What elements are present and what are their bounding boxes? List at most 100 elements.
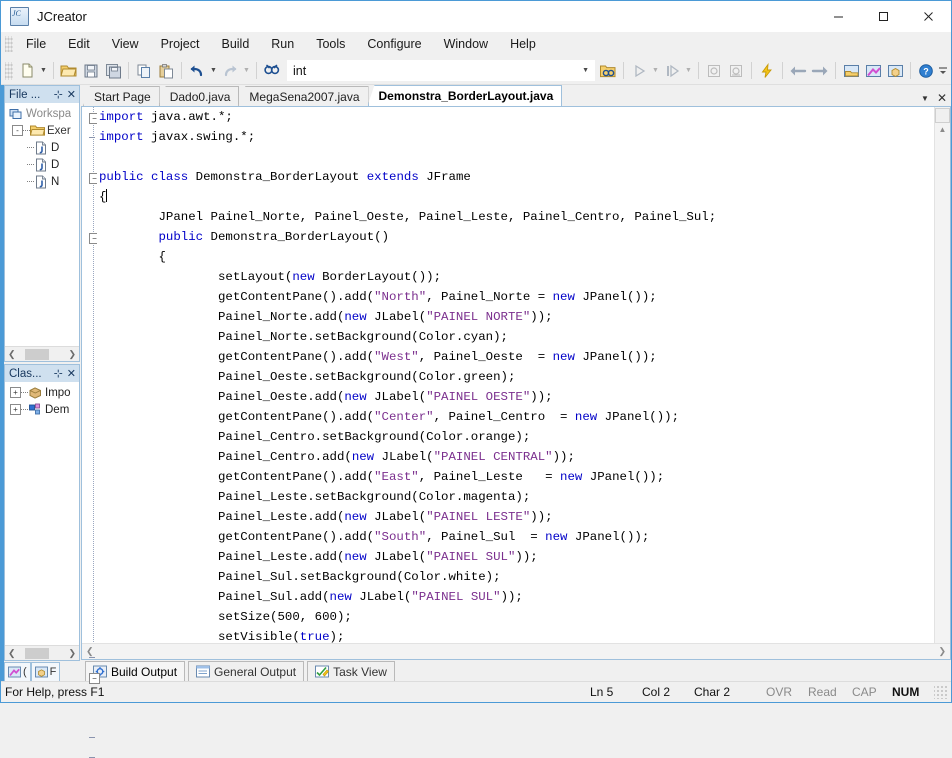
fold-box-main[interactable]: − bbox=[89, 673, 100, 684]
toolbar-overflow-icon[interactable] bbox=[937, 60, 949, 82]
workspace-body: File ... ⊹ ✕ Workspa - Exer D D N ❮ ❯ Cl… bbox=[1, 85, 951, 758]
editor-hscrollbar[interactable]: ❮ ❯ bbox=[82, 643, 950, 659]
redo-icon[interactable] bbox=[219, 60, 241, 82]
editor-tab-dado0[interactable]: Dado0.java bbox=[158, 86, 240, 106]
dock-tab-class-view[interactable]: ( bbox=[4, 662, 31, 681]
output-tab-strip: Build Output General Output Task View bbox=[81, 660, 951, 681]
fold-margin[interactable]: − − − − bbox=[82, 107, 100, 758]
editor-vscrollbar[interactable]: ▲ bbox=[934, 107, 950, 643]
undo-icon[interactable] bbox=[186, 60, 208, 82]
new-file-icon[interactable] bbox=[16, 60, 38, 82]
toolbar-grip-icon[interactable] bbox=[5, 61, 13, 80]
menu-run[interactable]: Run bbox=[260, 34, 305, 54]
view-file-panel-icon[interactable] bbox=[840, 60, 862, 82]
menu-help[interactable]: Help bbox=[499, 34, 547, 54]
scroll-right-icon[interactable]: ❯ bbox=[65, 648, 79, 659]
source-code[interactable]: import java.awt.*; import javax.swing.*;… bbox=[99, 107, 934, 643]
undo-dropdown-icon[interactable]: ▼ bbox=[208, 60, 219, 82]
paste-icon[interactable] bbox=[155, 60, 177, 82]
tree-item-imports[interactable]: + Impo bbox=[5, 384, 79, 401]
expander-icon[interactable]: + bbox=[10, 404, 21, 415]
tree-item-java-file[interactable]: N bbox=[5, 173, 79, 190]
scroll-thumb[interactable] bbox=[24, 647, 49, 659]
run-step-icon[interactable] bbox=[661, 60, 683, 82]
minimize-icon[interactable] bbox=[816, 1, 861, 32]
title-bar: JCreator bbox=[1, 1, 951, 32]
tree-item-workspace[interactable]: Workspa bbox=[5, 105, 79, 122]
build-icon[interactable] bbox=[756, 60, 778, 82]
back-icon[interactable] bbox=[787, 60, 809, 82]
compile-icon[interactable] bbox=[703, 60, 725, 82]
pin-icon[interactable]: ⊹ bbox=[54, 88, 63, 101]
run-dropdown-icon[interactable]: ▼ bbox=[650, 60, 661, 82]
tab-general-output[interactable]: General Output bbox=[188, 661, 305, 681]
open-folder-icon[interactable] bbox=[58, 60, 80, 82]
status-cap: CAP bbox=[852, 685, 877, 699]
new-file-dropdown-icon[interactable]: ▼ bbox=[38, 60, 49, 82]
class-pane-hscrollbar[interactable]: ❮ ❯ bbox=[5, 645, 79, 660]
run-icon[interactable] bbox=[628, 60, 650, 82]
editor-tab-start-page[interactable]: Start Page bbox=[83, 86, 160, 106]
dock-tab-package-view[interactable]: F bbox=[30, 662, 61, 681]
close-icon[interactable]: ✕ bbox=[937, 92, 947, 104]
editor-tab-demonstra-borderlayout[interactable]: Demonstra_BorderLayout.java bbox=[367, 85, 563, 106]
scroll-thumb[interactable] bbox=[935, 108, 950, 123]
editor-tab-megasena2007[interactable]: MegaSena2007.java bbox=[238, 86, 369, 106]
menu-tools[interactable]: Tools bbox=[305, 34, 356, 54]
menu-file[interactable]: File bbox=[15, 34, 57, 54]
file-tree[interactable]: Workspa - Exer D D N ❮ ❯ bbox=[4, 103, 80, 362]
menu-edit[interactable]: Edit bbox=[57, 34, 101, 54]
tab-task-view[interactable]: Task View bbox=[307, 661, 395, 681]
menu-window[interactable]: Window bbox=[433, 34, 499, 54]
menu-configure[interactable]: Configure bbox=[356, 34, 432, 54]
menu-grip-icon[interactable] bbox=[5, 36, 13, 52]
save-icon[interactable] bbox=[80, 60, 102, 82]
menu-view[interactable]: View bbox=[101, 34, 150, 54]
tree-item-exercicios[interactable]: - Exer bbox=[5, 122, 79, 139]
toolbar-separator bbox=[53, 62, 54, 79]
close-icon[interactable]: ✕ bbox=[67, 88, 76, 101]
scroll-up-icon[interactable]: ▲ bbox=[936, 123, 949, 136]
save-all-icon[interactable] bbox=[102, 60, 124, 82]
file-pane-hscrollbar[interactable]: ❮ ❯ bbox=[5, 346, 79, 361]
compile-all-icon[interactable] bbox=[725, 60, 747, 82]
scroll-right-icon[interactable]: ❯ bbox=[936, 646, 948, 657]
scroll-left-icon[interactable]: ❮ bbox=[5, 349, 19, 360]
expander-icon[interactable]: + bbox=[10, 387, 21, 398]
code-text[interactable]: import java.awt.*; import javax.swing.*;… bbox=[97, 107, 934, 643]
class-pane-header: Clas... ⊹ ✕ bbox=[4, 364, 80, 382]
tree-item-java-file[interactable]: D bbox=[5, 156, 79, 173]
class-icon bbox=[28, 403, 43, 417]
find-combo[interactable]: int ▼ bbox=[287, 60, 595, 81]
tab-label: Build Output bbox=[111, 664, 178, 679]
help-icon[interactable]: ? bbox=[915, 60, 937, 82]
chevron-down-icon[interactable]: ▼ bbox=[921, 94, 929, 103]
resize-grip-icon[interactable] bbox=[934, 685, 948, 699]
scroll-left-icon[interactable]: ❮ bbox=[84, 646, 96, 657]
run-step-dropdown-icon[interactable]: ▼ bbox=[683, 60, 694, 82]
chevron-down-icon[interactable]: ▼ bbox=[577, 67, 589, 74]
tab-build-output[interactable]: Build Output bbox=[85, 661, 186, 681]
menu-build[interactable]: Build bbox=[210, 34, 260, 54]
view-class-panel-icon[interactable] bbox=[862, 60, 884, 82]
tree-item-label: D bbox=[51, 141, 60, 154]
copy-icon[interactable] bbox=[133, 60, 155, 82]
find-icon[interactable] bbox=[261, 60, 283, 82]
menu-project[interactable]: Project bbox=[150, 34, 211, 54]
close-icon[interactable]: ✕ bbox=[67, 367, 76, 380]
forward-icon[interactable] bbox=[809, 60, 831, 82]
view-package-icon[interactable] bbox=[884, 60, 906, 82]
pin-icon[interactable]: ⊹ bbox=[54, 367, 63, 380]
tree-connector bbox=[21, 408, 28, 411]
maximize-icon[interactable] bbox=[861, 1, 906, 32]
tree-item-java-file[interactable]: D bbox=[5, 139, 79, 156]
close-icon[interactable] bbox=[906, 1, 951, 32]
class-tree[interactable]: + Impo + Dem ❮ ❯ bbox=[4, 382, 80, 661]
scroll-thumb[interactable] bbox=[24, 348, 49, 360]
redo-dropdown-icon[interactable]: ▼ bbox=[241, 60, 252, 82]
scroll-right-icon[interactable]: ❯ bbox=[65, 349, 79, 360]
find-in-files-icon[interactable] bbox=[597, 60, 619, 82]
tree-item-class[interactable]: + Dem bbox=[5, 401, 79, 418]
scroll-left-icon[interactable]: ❮ bbox=[5, 648, 19, 659]
expander-icon[interactable]: - bbox=[12, 125, 23, 136]
